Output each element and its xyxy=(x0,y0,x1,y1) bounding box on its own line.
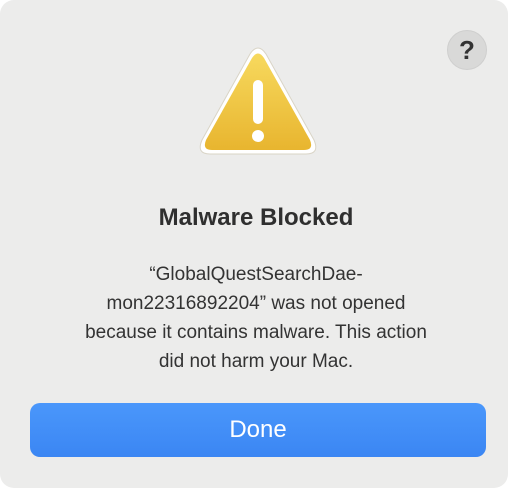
dialog-title: Malware Blocked xyxy=(158,204,354,231)
malware-blocked-dialog: ? Malware Blocked “GlobalQuestSearchDae-… xyxy=(0,0,508,488)
message-line: mon22316892204” was not opened xyxy=(106,293,406,314)
help-button[interactable]: ? xyxy=(447,30,487,70)
done-button[interactable]: Done xyxy=(30,403,486,457)
message-line: because it contains malware. This action xyxy=(85,322,427,343)
dialog-message: “GlobalQuestSearchDae- mon22316892204” w… xyxy=(64,260,448,376)
message-line: did not harm your Mac. xyxy=(158,351,354,372)
warning-triangle-icon xyxy=(199,47,317,155)
help-label: ? xyxy=(459,34,475,65)
message-line: “GlobalQuestSearchDae- xyxy=(149,264,363,285)
